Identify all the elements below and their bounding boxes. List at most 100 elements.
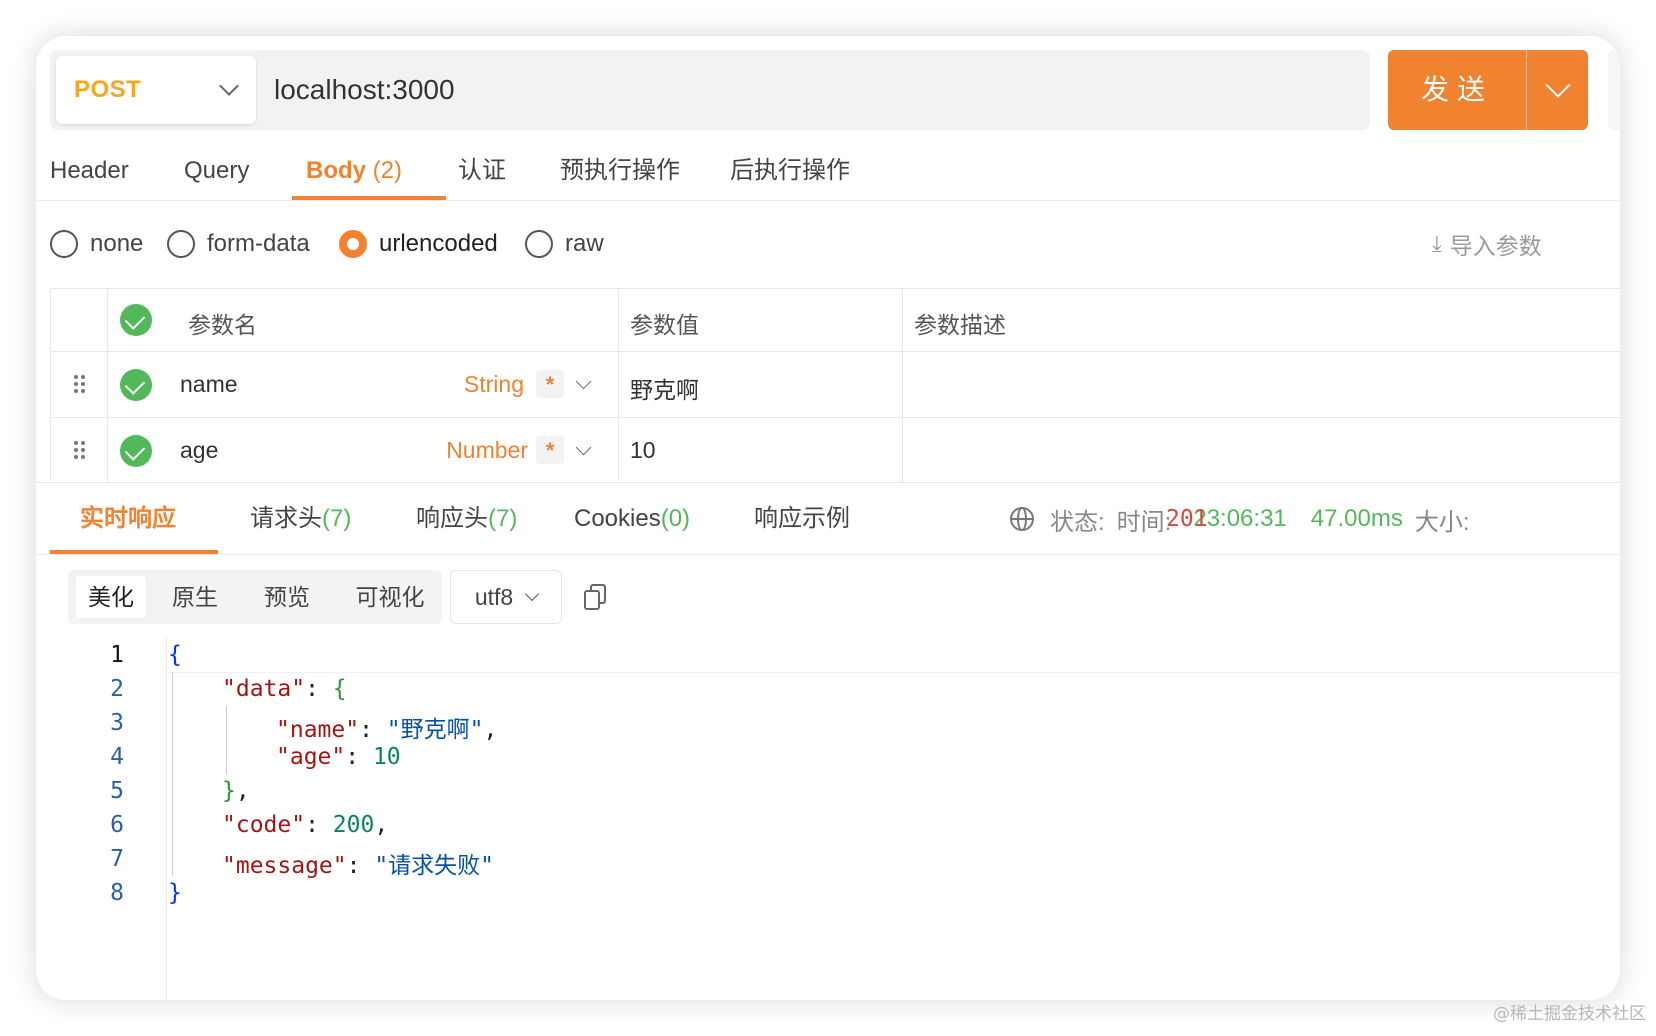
code-line: "code": 200,: [222, 812, 389, 838]
tab-label: Cookies: [574, 505, 661, 532]
radio-circle: [50, 230, 78, 258]
import-params-button[interactable]: ⤓ 导入参数: [1432, 224, 1542, 264]
radio-urlencoded[interactable]: urlencoded: [339, 224, 498, 264]
url-input[interactable]: localhost:3000: [274, 56, 455, 124]
drag-handle-icon[interactable]: [74, 441, 86, 461]
view-mode-raw[interactable]: 原生: [160, 576, 230, 618]
chevron-down-icon[interactable]: [575, 373, 592, 390]
indent-guide: [226, 706, 227, 774]
required-toggle[interactable]: *: [536, 370, 564, 398]
api-client-window: POST localhost:3000 发送 Header Query Body…: [36, 36, 1620, 1000]
tab-count: (0): [660, 505, 691, 532]
drag-handle-icon[interactable]: [74, 375, 86, 395]
watermark: @稀土掘金技术社区: [1493, 1004, 1646, 1024]
tab-label: Body: [306, 157, 366, 184]
tab-auth[interactable]: 认证: [458, 146, 506, 196]
tab-label: Query: [184, 157, 250, 184]
view-mode-visualize[interactable]: 可视化: [342, 576, 438, 618]
line-number: 6: [110, 812, 124, 838]
tab-label: 实时响应: [80, 505, 176, 532]
tab-body[interactable]: Body (2): [306, 146, 402, 196]
download-icon: ⤓: [1432, 231, 1442, 256]
response-status-bar: 状态: 201 时间: 23:06:31 47.00ms 大小:: [1010, 494, 1470, 544]
select-all-checkbox[interactable]: [120, 304, 152, 336]
radio-label: form-data: [207, 230, 310, 257]
divider: [36, 482, 1620, 483]
param-type-select[interactable]: Number: [420, 437, 528, 464]
code-line: "age": 10: [276, 744, 401, 770]
line-number: 3: [110, 710, 124, 736]
row-enable-checkbox[interactable]: [120, 435, 152, 467]
tab-live-response[interactable]: 实时响应: [80, 494, 176, 544]
method-select[interactable]: POST: [56, 56, 256, 124]
import-label: 导入参数: [1449, 233, 1542, 259]
globe-icon[interactable]: [1010, 507, 1034, 531]
tab-pre-script[interactable]: 预执行操作: [560, 146, 680, 196]
line-number: 4: [110, 744, 124, 770]
radio-label: raw: [565, 230, 604, 257]
chevron-down-icon: [219, 76, 239, 96]
column-header-value: 参数值: [630, 312, 699, 338]
tab-response-examples[interactable]: 响应示例: [754, 494, 850, 544]
view-mode-preview[interactable]: 预览: [252, 576, 322, 618]
tab-header[interactable]: Header: [50, 146, 129, 196]
view-mode-pretty[interactable]: 美化: [76, 576, 146, 618]
tab-count: (7): [322, 505, 352, 532]
divider: [36, 200, 1620, 201]
tab-cookies[interactable]: Cookies(0): [574, 494, 690, 544]
tab-label: 后执行操作: [730, 157, 850, 184]
divider: [36, 554, 1620, 555]
params-table: 参数名 参数值 参数描述 name String * 野克啊 age Numbe…: [50, 288, 1620, 482]
radio-form-data[interactable]: form-data: [167, 224, 310, 264]
time-label: 时间:: [1116, 508, 1172, 536]
param-name-input[interactable]: name: [180, 371, 238, 398]
required-toggle[interactable]: *: [536, 436, 564, 464]
param-name-input[interactable]: age: [180, 437, 218, 464]
row-enable-checkbox[interactable]: [120, 369, 152, 401]
param-value-input[interactable]: 10: [630, 437, 656, 464]
tab-label: Header: [50, 157, 129, 184]
code-line: "name": "野克啊",: [276, 717, 498, 743]
radio-raw[interactable]: raw: [525, 224, 604, 264]
line-number: 2: [110, 676, 124, 702]
encoding-label: utf8: [474, 583, 514, 610]
line-number: 7: [110, 846, 124, 872]
tab-count: (7): [488, 505, 518, 532]
method-label: POST: [74, 76, 142, 103]
chevron-down-icon: [525, 586, 540, 602]
send-button-group: 发送: [1388, 50, 1588, 130]
param-value-input[interactable]: 野克啊: [630, 371, 699, 405]
tab-post-script[interactable]: 后执行操作: [730, 146, 850, 196]
indent-guide: [172, 672, 173, 876]
divider: [50, 417, 1620, 418]
current-line-highlight: [166, 672, 1620, 673]
param-type-select[interactable]: String: [420, 371, 524, 398]
tab-query[interactable]: Query: [184, 146, 249, 196]
tab-response-headers[interactable]: 响应头(7): [416, 494, 517, 544]
copy-icon[interactable]: [584, 584, 606, 610]
encoding-select[interactable]: utf8: [450, 570, 562, 624]
radio-label: urlencoded: [379, 230, 498, 257]
tab-label: 响应示例: [754, 505, 850, 532]
chevron-down-icon[interactable]: [575, 439, 592, 456]
side-panel-edge: [1608, 50, 1620, 130]
line-number: 8: [110, 880, 124, 906]
divider: [50, 288, 51, 482]
radio-circle-selected: [339, 230, 367, 258]
column-header-description: 参数描述: [914, 312, 1006, 338]
tab-label: 请求头: [250, 505, 322, 532]
send-options-button[interactable]: [1527, 50, 1588, 130]
line-number: 1: [110, 642, 124, 668]
tab-label: 认证: [458, 157, 506, 184]
code-line: {: [168, 642, 182, 668]
send-button[interactable]: 发送: [1388, 50, 1526, 130]
tab-count: (2): [372, 157, 403, 184]
radio-circle: [167, 230, 195, 258]
radio-circle: [525, 230, 553, 258]
status-code: 201: [1166, 506, 1208, 532]
tab-label: 响应头: [416, 505, 488, 532]
tab-request-headers[interactable]: 请求头(7): [250, 494, 351, 544]
code-line: }: [168, 880, 182, 906]
radio-none[interactable]: none: [50, 224, 143, 264]
line-number: 5: [110, 778, 124, 804]
